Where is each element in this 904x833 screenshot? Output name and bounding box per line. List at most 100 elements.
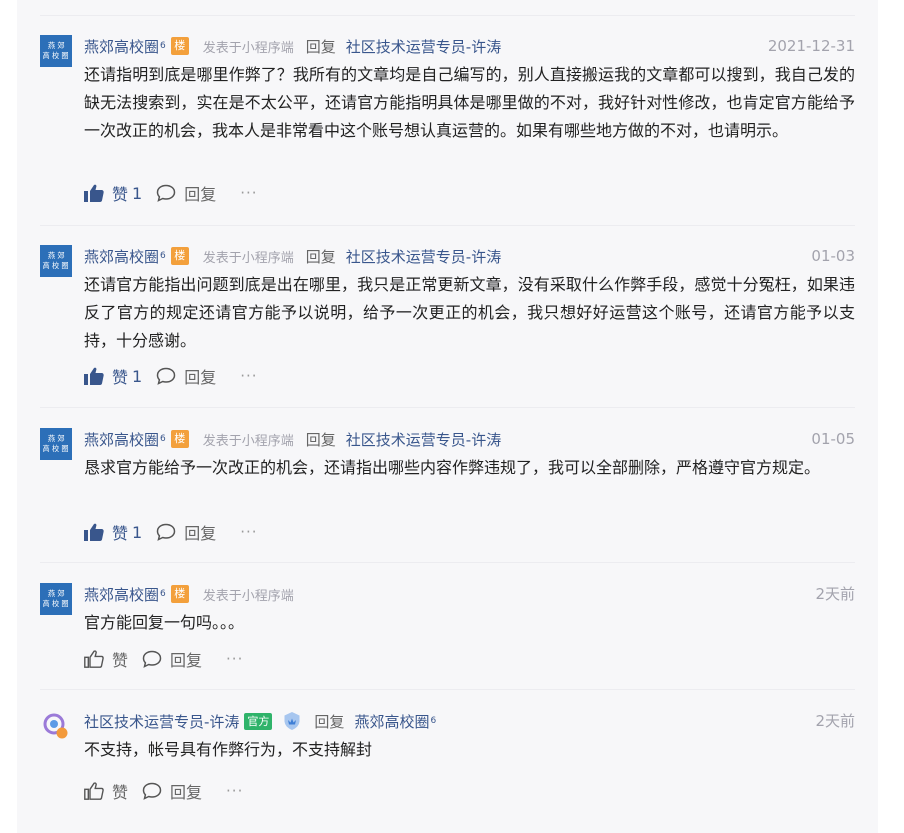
like-button[interactable]: 赞1 [84,181,142,205]
post-source: 发表于小程序端 [202,588,294,604]
comment-text: 还请官方能指出问题到底是出在哪里，我只是正常更新文章，没有采取什么作弊手段，感觉… [84,275,855,350]
author-name[interactable]: 燕郊高校圈 [84,584,159,605]
comment-date: 01-03 [811,247,855,265]
reply-target[interactable]: 社区技术运营专员-许涛 [346,246,501,267]
reply-word: 回复 [314,712,345,731]
reply-target[interactable]: 燕郊高校圈 [354,711,429,732]
avatar[interactable]: 燕 郊 高 校 圈 [40,428,72,460]
avatar-text: 高 校 圈 [42,599,70,608]
like-label: 赞 [112,524,129,543]
floor-owner-badge: 楼 [170,247,189,265]
like-count: 1 [132,522,143,542]
avatar-text: 燕 郊 [47,251,65,260]
comment-bubble-icon [156,184,176,202]
comment-bubble-icon [156,367,176,385]
thumbs-up-filled-icon [84,367,104,385]
like-button[interactable]: 赞 [84,647,128,671]
like-count: 1 [132,183,143,203]
comment-actions: 赞 回复 ··· [84,647,243,671]
comment-actions: 赞 回复 ··· [84,779,243,803]
author-name[interactable]: 社区技术运营专员-许涛 [84,711,239,732]
like-label: 赞 [112,783,129,802]
reply-word: 回复 [305,247,336,266]
divider [40,15,855,16]
floor-owner-badge: 楼 [170,585,189,603]
reply-word: 回复 [305,37,336,56]
avatar-text: 高 校 圈 [42,261,70,270]
more-options-icon[interactable]: ··· [240,367,257,385]
user-level: 6 [160,251,166,261]
post-source: 发表于小程序端 [202,40,294,56]
post-source: 发表于小程序端 [202,250,294,266]
reply-button[interactable]: 回复 [156,181,216,205]
user-level: 6 [160,41,166,51]
author-name[interactable]: 燕郊高校圈 [84,36,159,57]
more-options-icon[interactable]: ··· [226,650,243,668]
floor-owner-badge: 楼 [170,37,189,55]
like-label: 赞 [112,368,129,387]
comment-bubble-icon [142,782,162,800]
user-level: 6 [160,434,166,444]
author-name[interactable]: 燕郊高校圈 [84,429,159,450]
more-options-icon[interactable]: ··· [226,782,243,800]
thumbs-up-filled-icon [84,523,104,541]
comment-text: 还请指明到底是哪里作弊了？我所有的文章均是自己编写的，别人直接搬运我的文章都可以… [84,65,855,140]
avatar[interactable]: 燕 郊 高 校 圈 [40,245,72,277]
comment-text: 恳求官方能给予一次改正的机会，还请指出哪些内容作弊违规了，我可以全部删除，严格遵… [84,458,821,477]
divider [40,225,855,226]
comment-bubble-icon [142,650,162,668]
official-logo-icon [43,713,68,739]
comment-text: 不支持，帐号具有作弊行为，不支持解封 [84,740,373,759]
reply-label: 回复 [170,783,203,802]
avatar-text: 燕 郊 [47,589,65,598]
comment-actions: 赞1 回复 ··· [84,520,258,544]
avatar[interactable]: 燕 郊 高 校 圈 [40,583,72,615]
reply-button[interactable]: 回复 [156,364,216,388]
comment-item: 燕 郊 高 校 圈 燕郊高校圈 6 楼 发表于小程序端 回复 社区技术运营专员-许… [40,245,855,400]
reply-label: 回复 [184,368,217,387]
like-button[interactable]: 赞1 [84,364,142,388]
shield-badge-icon [284,712,300,730]
reply-button[interactable]: 回复 [142,647,202,671]
like-count: 1 [132,366,143,386]
thumbs-up-icon [84,650,104,668]
comment-date: 2天前 [815,585,855,603]
reply-label: 回复 [170,651,203,670]
comment-date: 01-05 [811,430,855,448]
like-label: 赞 [112,185,129,204]
user-level: 6 [160,589,166,599]
divider [40,407,855,408]
floor-owner-badge: 楼 [170,430,189,448]
comment-bubble-icon [156,523,176,541]
reply-target[interactable]: 社区技术运营专员-许涛 [346,429,501,450]
post-source: 发表于小程序端 [202,433,294,449]
reply-button[interactable]: 回复 [142,779,202,803]
comment-item: 燕 郊 高 校 圈 燕郊高校圈 6 楼 发表于小程序端 回复 社区技术运营专员-许… [40,35,855,215]
avatar-text: 燕 郊 [47,41,65,50]
comment-actions: 赞1 回复 ··· [84,181,258,205]
comment-item: 燕 郊 高 校 圈 燕郊高校圈 6 楼 发表于小程序端 2天前 官方能回复一句吗。… [40,583,855,678]
like-label: 赞 [112,651,129,670]
avatar-text: 高 校 圈 [42,444,70,453]
official-badge: 官方 [244,712,273,730]
comment-text: 官方能回复一句吗。。。 [84,613,245,632]
more-options-icon[interactable]: ··· [240,523,257,541]
avatar[interactable]: 燕 郊 高 校 圈 [40,35,72,67]
avatar-text: 高 校 圈 [42,51,70,60]
comment-item: 燕 郊 高 校 圈 燕郊高校圈 6 楼 发表于小程序端 回复 社区技术运营专员-许… [40,428,855,548]
author-name[interactable]: 燕郊高校圈 [84,246,159,267]
thumbs-up-icon [84,782,104,800]
comment-date: 2021-12-31 [767,37,855,55]
like-button[interactable]: 赞1 [84,520,142,544]
reply-button[interactable]: 回复 [156,520,216,544]
reply-label: 回复 [184,185,217,204]
reply-target[interactable]: 社区技术运营专员-许涛 [346,36,501,57]
user-level: 6 [430,716,437,726]
comment-actions: 赞1 回复 ··· [84,364,258,388]
like-button[interactable]: 赞 [84,779,128,803]
more-options-icon[interactable]: ··· [240,184,257,202]
official-avatar[interactable] [40,710,72,742]
divider [40,689,855,690]
comment-item: 社区技术运营专员-许涛 官方 回复 燕郊高校圈 6 2天前 不支持，帐号具有作弊行… [40,710,855,810]
reply-word: 回复 [305,430,336,449]
